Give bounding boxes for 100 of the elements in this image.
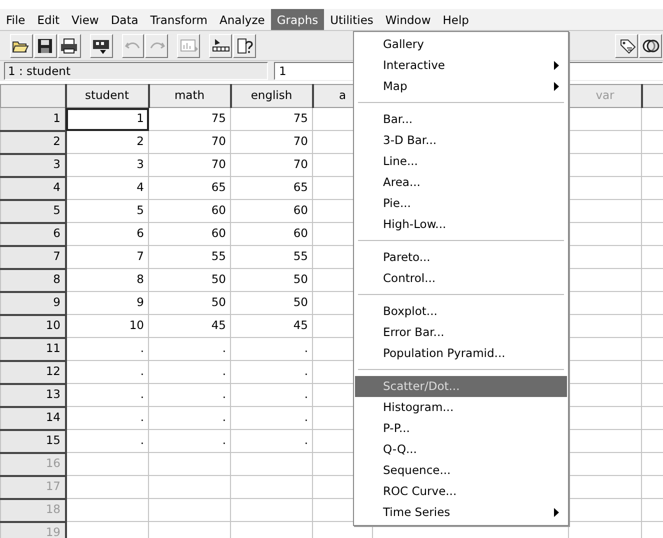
menu-item[interactable]: Help <box>436 9 475 30</box>
table-cell[interactable]: 50 <box>148 268 230 292</box>
table-cell[interactable]: . <box>66 360 148 384</box>
menu-item[interactable]: Bar... <box>355 109 567 130</box>
menu-item[interactable]: Error Bar... <box>355 322 567 343</box>
toolbar-button[interactable] <box>90 34 113 58</box>
toolbar-button[interactable] <box>34 34 57 58</box>
table-cell[interactable]: 50 <box>230 268 312 292</box>
menu-item[interactable]: Histogram... <box>355 397 567 418</box>
toolbar-button[interactable] <box>233 34 256 58</box>
table-cell[interactable]: 2 <box>66 130 148 154</box>
table-cell[interactable]: . <box>66 384 148 406</box>
table-cell[interactable]: 45 <box>230 314 312 338</box>
row-number[interactable]: 12 <box>0 360 66 384</box>
row-number[interactable]: 6 <box>0 222 66 246</box>
table-cell[interactable]: . <box>230 338 312 360</box>
table-cell[interactable]: 65 <box>148 176 230 200</box>
menu-item[interactable]: High-Low... <box>355 214 567 235</box>
table-cell[interactable]: 3 <box>66 154 148 176</box>
table-cell[interactable]: 70 <box>148 130 230 154</box>
table-cell[interactable]: 55 <box>148 246 230 268</box>
table-cell[interactable]: 4 <box>66 176 148 200</box>
column-header[interactable]: student <box>66 84 148 108</box>
menu-item[interactable]: Window <box>379 9 437 30</box>
table-cell[interactable]: 6 <box>66 222 148 246</box>
menu-item[interactable]: Area... <box>355 172 567 193</box>
table-cell[interactable]: 50 <box>148 292 230 314</box>
menu-item[interactable]: Control... <box>355 268 567 289</box>
menu-item[interactable]: View <box>66 9 105 30</box>
menu-item[interactable]: Edit <box>31 9 66 30</box>
table-cell[interactable]: 8 <box>66 268 148 292</box>
menu-item[interactable]: Pareto... <box>355 247 567 268</box>
table-cell[interactable]: . <box>230 384 312 406</box>
table-cell[interactable]: 60 <box>230 222 312 246</box>
table-cell[interactable]: 7 <box>66 246 148 268</box>
table-cell[interactable]: 9 <box>66 292 148 314</box>
toolbar-button[interactable] <box>10 34 33 58</box>
table-cell[interactable]: 1 <box>66 108 148 130</box>
menu-item[interactable]: Population Pyramid... <box>355 343 567 364</box>
table-cell[interactable]: 75 <box>230 108 312 130</box>
table-cell[interactable]: . <box>148 406 230 430</box>
row-number[interactable]: 9 <box>0 292 66 314</box>
row-number[interactable]: 4 <box>0 176 66 200</box>
menu-item[interactable]: Graphs <box>270 9 324 30</box>
menu-item[interactable]: 3-D Bar... <box>355 130 567 151</box>
table-cell[interactable]: 10 <box>66 314 148 338</box>
row-number[interactable]: 5 <box>0 200 66 222</box>
toolbar-button[interactable] <box>639 34 662 58</box>
table-cell[interactable]: . <box>148 360 230 384</box>
table-cell[interactable]: . <box>148 384 230 406</box>
table-cell[interactable]: . <box>66 430 148 452</box>
row-number[interactable]: 13 <box>0 384 66 406</box>
table-cell[interactable]: 60 <box>148 200 230 222</box>
table-cell[interactable]: 5 <box>66 200 148 222</box>
toolbar-button[interactable] <box>209 34 232 58</box>
toolbar-button[interactable] <box>58 34 81 58</box>
row-number[interactable]: 1 <box>0 108 66 130</box>
table-cell[interactable]: . <box>230 360 312 384</box>
table-cell[interactable]: 75 <box>148 108 230 130</box>
menu-item[interactable]: Line... <box>355 151 567 172</box>
row-number[interactable]: 3 <box>0 154 66 176</box>
menu-item[interactable]: File <box>0 9 32 30</box>
column-header[interactable]: english <box>230 84 312 108</box>
menu-item[interactable]: P-P... <box>355 418 567 439</box>
row-number[interactable]: 11 <box>0 338 66 360</box>
menu-item[interactable]: ROC Curve... <box>355 481 567 502</box>
table-cell[interactable]: . <box>148 338 230 360</box>
menu-item[interactable]: Pie... <box>355 193 567 214</box>
menu-item[interactable]: Transform <box>144 9 214 30</box>
table-cell[interactable]: . <box>230 406 312 430</box>
menu-item[interactable]: Utilities <box>324 9 380 30</box>
table-cell[interactable]: 65 <box>230 176 312 200</box>
table-cell[interactable]: 70 <box>148 154 230 176</box>
table-cell[interactable]: . <box>148 430 230 452</box>
table-cell[interactable]: . <box>230 430 312 452</box>
table-cell[interactable]: . <box>66 406 148 430</box>
row-number[interactable]: 7 <box>0 246 66 268</box>
table-cell[interactable]: 60 <box>148 222 230 246</box>
row-number[interactable]: 14 <box>0 406 66 430</box>
column-header[interactable]: math <box>148 84 230 108</box>
row-number[interactable]: 2 <box>0 130 66 154</box>
menu-item[interactable]: Time Series <box>355 502 567 523</box>
menu-item[interactable]: Boxplot... <box>355 301 567 322</box>
table-cell[interactable]: 50 <box>230 292 312 314</box>
table-cell[interactable]: . <box>66 338 148 360</box>
table-cell[interactable]: 70 <box>230 154 312 176</box>
row-number[interactable]: 8 <box>0 268 66 292</box>
menu-item[interactable]: Scatter/Dot... <box>355 376 567 397</box>
row-number[interactable]: 15 <box>0 430 66 452</box>
row-number[interactable]: 10 <box>0 314 66 338</box>
menu-item[interactable]: Analyze <box>214 9 271 30</box>
table-cell[interactable]: 60 <box>230 200 312 222</box>
toolbar-button[interactable] <box>615 34 638 58</box>
menu-item[interactable]: Q-Q... <box>355 439 567 460</box>
table-cell[interactable]: 45 <box>148 314 230 338</box>
menu-item[interactable]: Interactive <box>355 55 567 76</box>
table-cell[interactable]: 70 <box>230 130 312 154</box>
menu-item[interactable]: Data <box>104 9 144 30</box>
menu-item[interactable]: Sequence... <box>355 460 567 481</box>
table-cell[interactable]: 55 <box>230 246 312 268</box>
